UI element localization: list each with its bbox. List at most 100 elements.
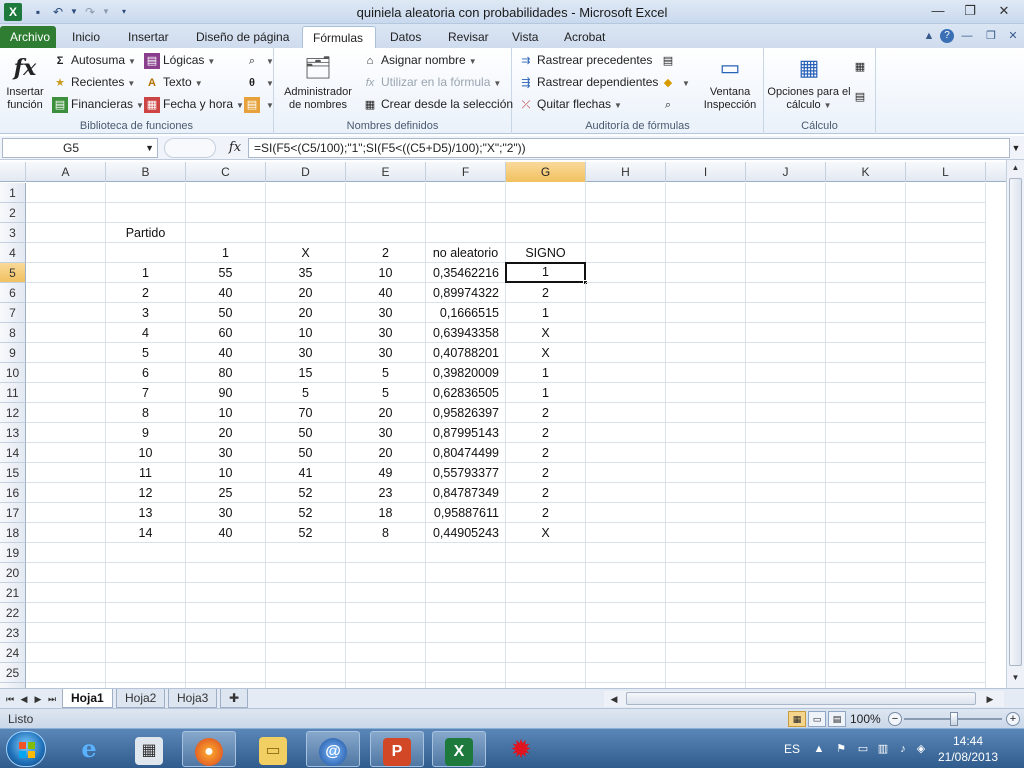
cell-k13[interactable]	[826, 423, 906, 443]
cell-i23[interactable]	[666, 623, 746, 643]
cell-f1[interactable]	[426, 183, 506, 203]
cell-l23[interactable]	[906, 623, 986, 643]
cell-l6[interactable]	[906, 283, 986, 303]
cell-c5[interactable]: 55	[186, 263, 266, 283]
cell-g20[interactable]	[506, 563, 586, 583]
cell-k2[interactable]	[826, 203, 906, 223]
cell-k9[interactable]	[826, 343, 906, 363]
cell-f7[interactable]: 0,1666515	[426, 303, 506, 323]
horizontal-scroll-thumb[interactable]	[626, 692, 976, 705]
rastrear-precedentes-button[interactable]: ⇉ Rastrear precedentes	[518, 50, 652, 70]
cell-i8[interactable]	[666, 323, 746, 343]
cell-j2[interactable]	[746, 203, 826, 223]
select-all-corner[interactable]	[0, 162, 26, 182]
tab-diseno-pagina[interactable]: Diseño de página	[186, 26, 299, 48]
cell-g10[interactable]: 1	[506, 363, 586, 383]
financieras-button[interactable]: ▤ Financieras ▼	[52, 94, 144, 114]
cell-l13[interactable]	[906, 423, 986, 443]
cell-j1[interactable]	[746, 183, 826, 203]
row-header-25[interactable]: 25	[0, 663, 26, 683]
cell-c1[interactable]	[186, 183, 266, 203]
cell-i15[interactable]	[666, 463, 746, 483]
cell-b22[interactable]	[106, 603, 186, 623]
row-header-3[interactable]: 3	[0, 223, 26, 243]
cell-a7[interactable]	[26, 303, 106, 323]
row-header-11[interactable]: 11	[0, 383, 26, 403]
cell-j18[interactable]	[746, 523, 826, 543]
column-header-b[interactable]: B	[106, 162, 186, 182]
cell-j10[interactable]	[746, 363, 826, 383]
cell-c3[interactable]	[186, 223, 266, 243]
comprobacion-errores-button[interactable]: ◆ ▼	[660, 72, 690, 92]
calculator-app-icon[interactable]: ▦	[122, 731, 176, 767]
cell-h7[interactable]	[586, 303, 666, 323]
cell-k22[interactable]	[826, 603, 906, 623]
security-icon[interactable]: ◈	[914, 742, 928, 756]
cell-a5[interactable]	[26, 263, 106, 283]
cell-b21[interactable]	[106, 583, 186, 603]
cell-a4[interactable]	[26, 243, 106, 263]
cell-g15[interactable]: 2	[506, 463, 586, 483]
file-explorer-icon[interactable]: ▭	[246, 731, 300, 767]
tab-insertar[interactable]: Insertar	[118, 26, 179, 48]
column-header-g[interactable]: G	[506, 162, 586, 182]
cell-b20[interactable]	[106, 563, 186, 583]
cell-g8[interactable]: X	[506, 323, 586, 343]
cell-j7[interactable]	[746, 303, 826, 323]
cell-l25[interactable]	[906, 663, 986, 683]
rastrear-dependientes-button[interactable]: ⇶ Rastrear dependientes	[518, 72, 658, 92]
cell-i5[interactable]	[666, 263, 746, 283]
cell-g2[interactable]	[506, 203, 586, 223]
cell-f4[interactable]: no aleatorio	[426, 243, 506, 263]
cell-f10[interactable]: 0,39820009	[426, 363, 506, 383]
cell-g23[interactable]	[506, 623, 586, 643]
cell-a24[interactable]	[26, 643, 106, 663]
cell-i13[interactable]	[666, 423, 746, 443]
cell-g3[interactable]	[506, 223, 586, 243]
page-break-view-icon[interactable]: ▤	[828, 711, 846, 727]
cell-k21[interactable]	[826, 583, 906, 603]
cell-d25[interactable]	[266, 663, 346, 683]
row-header-15[interactable]: 15	[0, 463, 26, 483]
cell-d1[interactable]	[266, 183, 346, 203]
cell-j9[interactable]	[746, 343, 826, 363]
cell-c24[interactable]	[186, 643, 266, 663]
system-clock[interactable]: 14:44 21/08/2013	[928, 733, 1008, 765]
cell-h10[interactable]	[586, 363, 666, 383]
zoom-slider-knob[interactable]	[950, 712, 958, 726]
texto-button[interactable]: A Texto ▼	[144, 72, 203, 92]
last-sheet-icon[interactable]: ⏭	[46, 691, 58, 707]
cell-l9[interactable]	[906, 343, 986, 363]
mostrar-formulas-button[interactable]: ▤	[660, 50, 679, 70]
cell-h14[interactable]	[586, 443, 666, 463]
row-header-22[interactable]: 22	[0, 603, 26, 623]
normal-view-icon[interactable]: ▦	[788, 711, 806, 727]
cell-j23[interactable]	[746, 623, 826, 643]
row-header-2[interactable]: 2	[0, 203, 26, 223]
close-button[interactable]: ✕	[992, 2, 1016, 20]
cell-b9[interactable]: 5	[106, 343, 186, 363]
cell-a13[interactable]	[26, 423, 106, 443]
cell-e14[interactable]: 20	[346, 443, 426, 463]
cell-g11[interactable]: 1	[506, 383, 586, 403]
cell-c13[interactable]: 20	[186, 423, 266, 443]
tab-formulas[interactable]: Fórmulas	[302, 26, 376, 48]
cell-e18[interactable]: 8	[346, 523, 426, 543]
cell-b1[interactable]	[106, 183, 186, 203]
tab-acrobat[interactable]: Acrobat	[554, 26, 615, 48]
column-header-d[interactable]: D	[266, 162, 346, 182]
cell-f19[interactable]	[426, 543, 506, 563]
next-sheet-icon[interactable]: ▶	[32, 691, 44, 707]
zoom-out-icon[interactable]: −	[888, 712, 902, 726]
cell-a23[interactable]	[26, 623, 106, 643]
cell-b19[interactable]	[106, 543, 186, 563]
cell-h15[interactable]	[586, 463, 666, 483]
cell-k16[interactable]	[826, 483, 906, 503]
cell-b13[interactable]: 9	[106, 423, 186, 443]
cell-f15[interactable]: 0,55793377	[426, 463, 506, 483]
sheet-tab-hoja3[interactable]: Hoja3	[168, 689, 218, 708]
cell-b11[interactable]: 7	[106, 383, 186, 403]
insertar-funcion-button[interactable]: fx Insertar función	[2, 52, 48, 112]
cell-j3[interactable]	[746, 223, 826, 243]
utilizar-formula-button[interactable]: fx Utilizar en la fórmula ▼	[362, 72, 502, 92]
